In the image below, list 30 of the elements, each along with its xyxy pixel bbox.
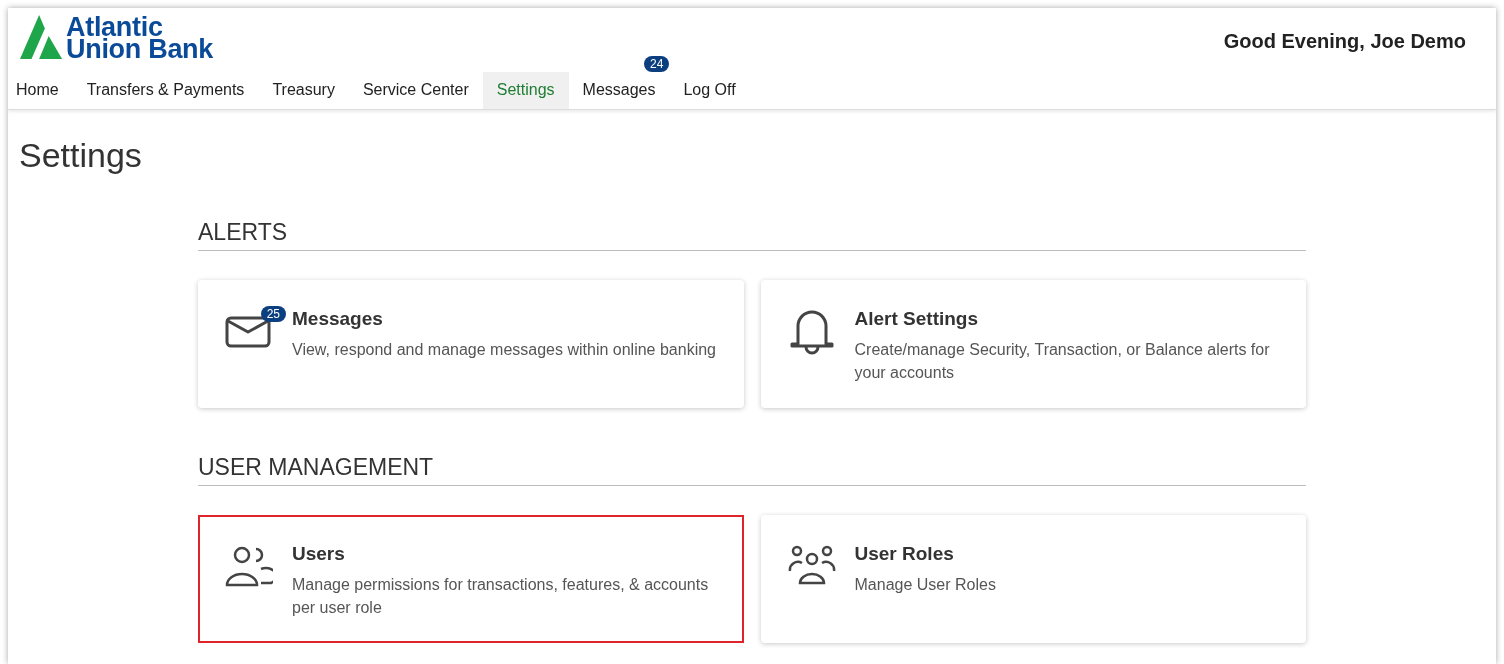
settings-card[interactable]: 25 Messages View, respond and manage messages within online banking — [198, 280, 744, 408]
card-description: Manage User Roles — [854, 575, 996, 595]
nav-tab[interactable]: Transfers & Payments — [72, 72, 259, 109]
nav-tab[interactable]: Home — [8, 72, 73, 109]
card-title: User Roles — [854, 543, 955, 565]
nav-tab[interactable]: Service Center — [348, 72, 483, 109]
count-badge: 24 — [644, 56, 670, 72]
bell-icon — [788, 310, 835, 356]
users-icon — [225, 545, 273, 589]
page-title: Settings — [19, 136, 143, 175]
section-heading: ALERTS — [198, 219, 1306, 251]
nav-tab[interactable]: Messages — [568, 72, 670, 109]
card-title: Alert Settings — [854, 308, 980, 330]
group-icon — [787, 545, 836, 587]
card-description: Manage permissions for transactions, features, & accounts per user role — [292, 575, 710, 618]
card-description: Create/manage Security, Transaction, or Balance alerts for your accounts — [854, 340, 1271, 383]
settings-card[interactable]: User Roles Manage User Roles — [760, 515, 1306, 643]
settings-card[interactable]: Alert Settings Create/manage Security, Transaction, or Balance alerts for your accounts — [760, 280, 1306, 408]
card-title: Users — [292, 543, 346, 565]
nav-tab[interactable]: Log Off — [669, 72, 750, 109]
logo-mark-icon — [20, 14, 64, 60]
nav-tab[interactable]: Treasury — [258, 72, 349, 109]
card-description: View, respond and manage messages within online banking — [292, 340, 716, 360]
nav-tab[interactable]: Settings — [482, 72, 569, 109]
greeting-text: Good Evening, Joe Demo — [1223, 29, 1466, 54]
section-heading: USER MANAGEMENT — [198, 454, 1306, 486]
count-badge: 25 — [260, 306, 286, 322]
bank-logo-text[interactable]: Atlantic Union Bank — [66, 16, 213, 60]
card-title: Messages — [292, 308, 384, 330]
settings-card[interactable]: Users Manage permissions for transactions, features, & accounts per user role — [198, 515, 744, 643]
